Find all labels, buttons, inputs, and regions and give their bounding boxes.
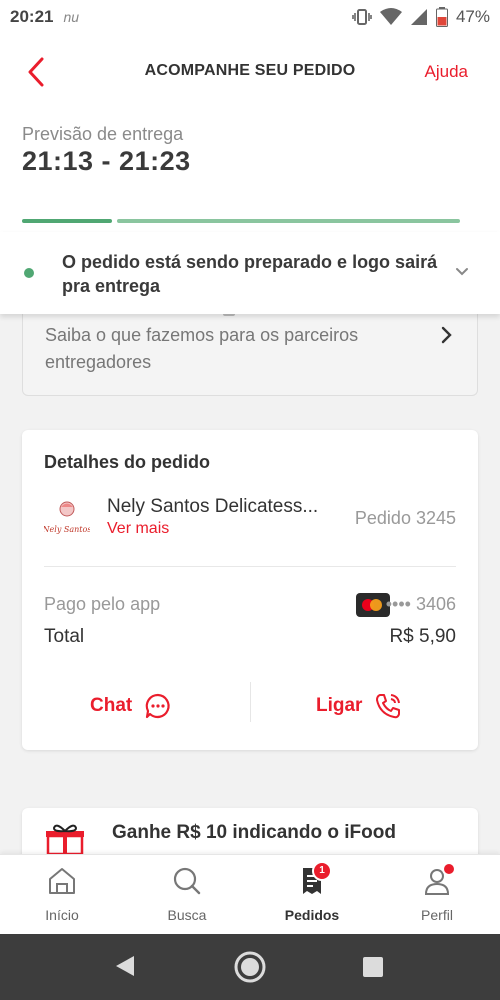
card-number: •••• 3406 (385, 594, 456, 614)
nav-label-busca: Busca (167, 907, 207, 923)
battery-icon (435, 7, 448, 27)
vertical-divider (250, 682, 251, 722)
nav-label-pedidos: Pedidos (284, 907, 340, 923)
status-time: 20:21 (10, 7, 54, 26)
gift-icon (46, 824, 84, 854)
home-icon (49, 868, 75, 894)
system-navigation-bar (0, 934, 500, 1000)
delivery-progress-bar (22, 219, 476, 223)
recents-square-icon[interactable] (361, 955, 385, 979)
chevron-down-icon[interactable] (454, 264, 470, 280)
nu-logo-icon: nu (63, 9, 80, 25)
order-status-message: O pedido está sendo preparado e logo sai… (62, 252, 438, 296)
status-icons: 47% (352, 7, 490, 27)
payment-label: Pago pelo app (44, 594, 161, 614)
orders-badge: 1 (312, 861, 332, 881)
chat-button[interactable]: Chat (90, 692, 172, 720)
phone-icon (376, 694, 401, 719)
see-more-link[interactable]: Ver mais (107, 520, 169, 538)
chevron-right-icon (441, 326, 452, 344)
status-bar: 20:21 nu 47% (0, 0, 500, 34)
nav-item-perfil[interactable]: Perfil (387, 862, 487, 929)
nav-label-perfil: Perfil (421, 907, 453, 923)
signal-icon (410, 9, 427, 25)
profile-icon (421, 862, 456, 897)
vibrate-icon (352, 9, 372, 25)
forecast-time: 21:13 - 21:23 (22, 146, 191, 176)
nav-label-inicio: Início (45, 907, 79, 923)
restaurant-name: Nely Santos Delicatess... (107, 496, 319, 517)
chat-bubble-icon (145, 693, 170, 719)
status-indicator-dot (24, 268, 34, 278)
call-label: Ligar (316, 695, 363, 716)
nav-item-inicio[interactable]: Início (12, 865, 112, 929)
home-circle-icon[interactable] (233, 950, 267, 984)
help-link[interactable]: Ajuda (425, 62, 468, 82)
nav-item-busca[interactable]: Busca (137, 865, 237, 929)
search-icon (173, 867, 201, 895)
app-header: ACOMPANHE SEU PEDIDO Ajuda (0, 34, 500, 112)
back-triangle-icon[interactable] (112, 952, 138, 980)
nav-item-pedidos[interactable]: 1 Pedidos (262, 861, 362, 929)
referral-promo-text: Ganhe R$ 10 indicando o iFood (112, 822, 396, 843)
total-label: Total (44, 626, 85, 647)
order-details-title: Detalhes do pedido (44, 452, 211, 472)
progress-segment-current (117, 219, 460, 223)
orders-icon: 1 (296, 861, 332, 897)
order-details-card: Detalhes do pedido Nely Santos Nely Sant… (22, 430, 478, 750)
bottom-navigation: Início Busca 1 Pedidos Perfil (0, 854, 500, 934)
call-button[interactable]: Ligar (316, 692, 402, 720)
order-status-banner[interactable]: O pedido está sendo preparado e logo sai… (0, 232, 500, 314)
svg-text:Nely Santos: Nely Santos (44, 525, 90, 534)
forecast-label: Previsão de entrega (22, 124, 184, 144)
chat-label: Chat (90, 695, 133, 716)
scroll-content: Saiba o que fazemos para os parceiros en… (0, 312, 500, 868)
battery-percent: 47% (455, 7, 490, 26)
total-value: R$ 5,90 (389, 626, 456, 647)
wifi-icon (379, 8, 402, 25)
order-number: Pedido 3245 (354, 508, 456, 528)
progress-segment-done (22, 219, 112, 223)
partners-info-text: Saiba o que fazemos para os parceiros en… (45, 325, 359, 372)
partners-info-card[interactable]: Saiba o que fazemos para os parceiros en… (22, 312, 478, 396)
profile-notification-dot (442, 862, 456, 876)
restaurant-logo: Nely Santos (44, 501, 90, 534)
divider (44, 566, 456, 567)
